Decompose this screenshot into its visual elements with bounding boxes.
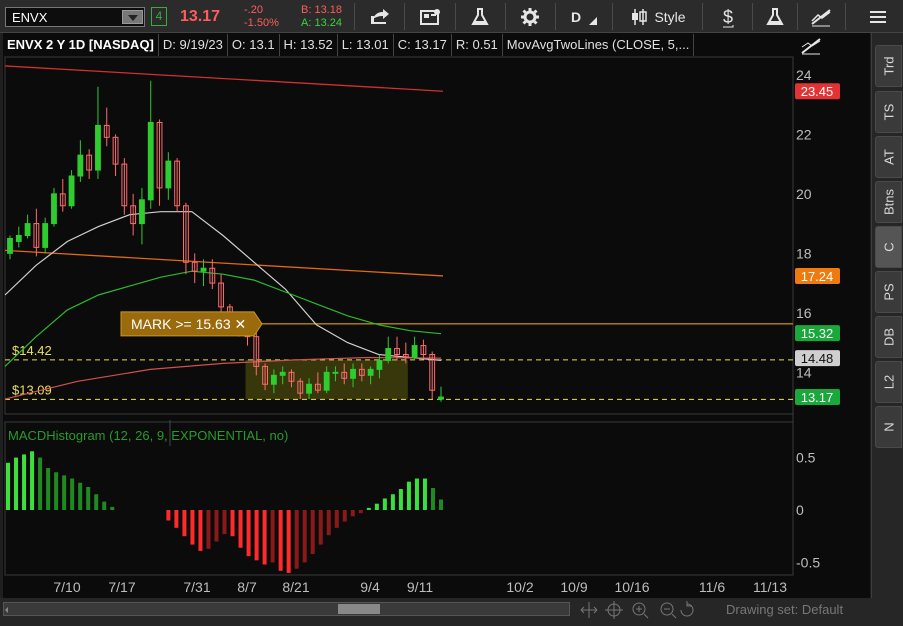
scrollbar-thumb[interactable] [338,604,380,614]
ask-price: A: 13.24 [301,17,342,29]
strategies-button[interactable] [756,0,794,33]
toolbar: ENVX 4 13.17 -.20 -1.50% B: 13.18 A: 13.… [0,0,903,33]
bar-close: C: 13.17 [394,34,452,56]
link-group-badge[interactable]: 4 [151,7,167,26]
dollar-icon: $ [723,7,734,27]
news-icon [420,8,440,25]
side-tab-l2[interactable]: L2 [875,361,902,403]
symbol-dropdown-button[interactable] [122,10,143,24]
scroll-row: Drawing set: Default [0,598,903,626]
zoom-out-icon[interactable] [660,602,677,619]
side-tab-label: L2 [881,374,896,390]
net-change: -.20 [244,4,263,16]
bar-open: O: 13.1 [228,34,280,56]
chart-title: ENVX 2 Y 1D [NASDAQ] [3,34,159,56]
gear-icon [521,7,539,26]
style-button[interactable]: Style [618,0,698,33]
side-tab-label: DB [881,327,896,347]
aggregation-label: D [570,8,582,25]
drawing-set-label[interactable]: Drawing set: Default [726,602,843,617]
candlestick-icon [632,8,648,25]
side-tab-label: Trd [881,56,896,76]
side-tab-n[interactable]: N [875,406,902,448]
side-tab-label: TS [881,103,896,121]
bar-high: H: 13.52 [280,34,338,56]
aggregation-button[interactable]: D [562,0,606,33]
side-tab-label: PS [881,283,896,301]
side-tab-label: C [881,242,896,252]
bar-range: R: 0.51 [452,34,503,56]
side-tab-at[interactable]: AT [875,136,902,178]
price-axis-drawing-icon[interactable] [800,37,822,60]
bar-low: L: 13.01 [338,34,394,56]
side-tab-label: N [881,422,896,432]
share-button[interactable] [360,0,400,33]
side-tab-ts[interactable]: TS [875,91,902,133]
last-price: 13.17 [180,8,221,25]
drawing-tools-icon [811,8,831,26]
trade-button[interactable]: $ [708,0,748,33]
side-tab-label: AT [881,149,896,165]
percent-change: -1.50% [244,17,279,29]
chart-canvas[interactable] [3,33,870,598]
pan-icon[interactable] [580,602,598,618]
svg-text:$: $ [723,7,733,27]
bar-date: D: 9/19/23 [159,34,228,56]
side-tab-label: Btns [881,188,896,216]
bid-price: B: 13.18 [301,4,342,16]
news-button[interactable] [410,0,450,33]
rotate-icon[interactable] [680,601,694,617]
symbol-text: ENVX [12,10,48,25]
side-tab-trd[interactable]: Trd [875,45,902,87]
chart-header: ENVX 2 Y 1D [NASDAQ] D: 9/19/23 O: 13.1 … [3,34,793,56]
side-tab-c[interactable]: C [875,226,902,268]
side-tab-ps[interactable]: PS [875,271,902,313]
study-label[interactable]: MovAvgTwoLines (CLOSE, 5,... [503,34,695,56]
studies-button[interactable] [460,0,500,33]
zoom-in-icon[interactable] [632,602,649,619]
side-tab-btns[interactable]: Btns [875,181,902,223]
menu-button[interactable] [858,0,898,33]
zoom-controls[interactable] [575,598,695,622]
side-tab-db[interactable]: DB [875,316,902,358]
chevron-down-icon [589,16,598,25]
hamburger-icon [870,10,886,23]
crosshair-icon[interactable] [605,601,623,619]
flask-icon [471,7,489,25]
right-side-tabs: Trd TS AT Btns C PS DB L2 N [871,33,903,598]
flask-icon [766,7,784,25]
style-label: Style [654,8,686,25]
share-icon [371,8,389,24]
settings-button[interactable] [510,0,550,33]
scroll-controls [5,607,8,613]
drawings-button[interactable] [802,0,840,33]
